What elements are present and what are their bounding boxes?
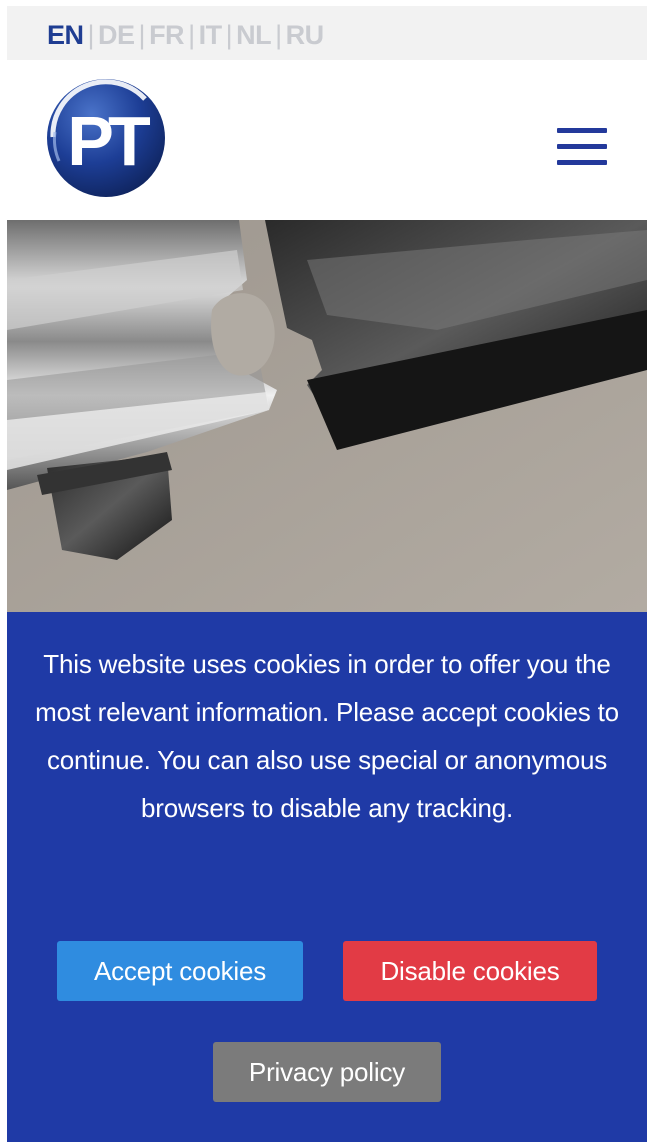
lang-separator: | xyxy=(275,20,282,50)
lang-nl[interactable]: NL xyxy=(236,20,272,50)
hamburger-menu-icon[interactable] xyxy=(555,124,609,168)
logo-text: PT xyxy=(67,102,150,180)
cookie-message: This website uses cookies in order to of… xyxy=(35,649,619,823)
lang-separator: | xyxy=(225,20,233,50)
lang-separator: | xyxy=(138,20,146,50)
lang-ru[interactable]: RU xyxy=(286,20,325,50)
disable-cookies-button[interactable]: Disable cookies xyxy=(343,941,597,1001)
cookie-banner: This website uses cookies in order to of… xyxy=(7,612,647,1142)
lang-en[interactable]: EN xyxy=(47,20,84,50)
accept-cookies-button[interactable]: Accept cookies xyxy=(57,941,303,1001)
lang-separator: | xyxy=(87,20,95,50)
language-bar: EN | DE | FR | IT | NL | RU xyxy=(7,6,647,60)
pt-logo[interactable]: PT xyxy=(45,77,167,199)
privacy-policy-button[interactable]: Privacy policy xyxy=(213,1042,441,1102)
lang-separator: | xyxy=(188,20,195,50)
site-header: PT xyxy=(7,60,647,220)
lang-fr[interactable]: FR xyxy=(149,20,185,50)
lang-it[interactable]: IT xyxy=(199,20,223,50)
lang-de[interactable]: DE xyxy=(98,20,135,50)
language-list: EN | DE | FR | IT | NL | RU xyxy=(47,20,324,51)
hero-image xyxy=(7,220,647,612)
page: EN | DE | FR | IT | NL | RU PT This webs… xyxy=(7,0,647,1142)
